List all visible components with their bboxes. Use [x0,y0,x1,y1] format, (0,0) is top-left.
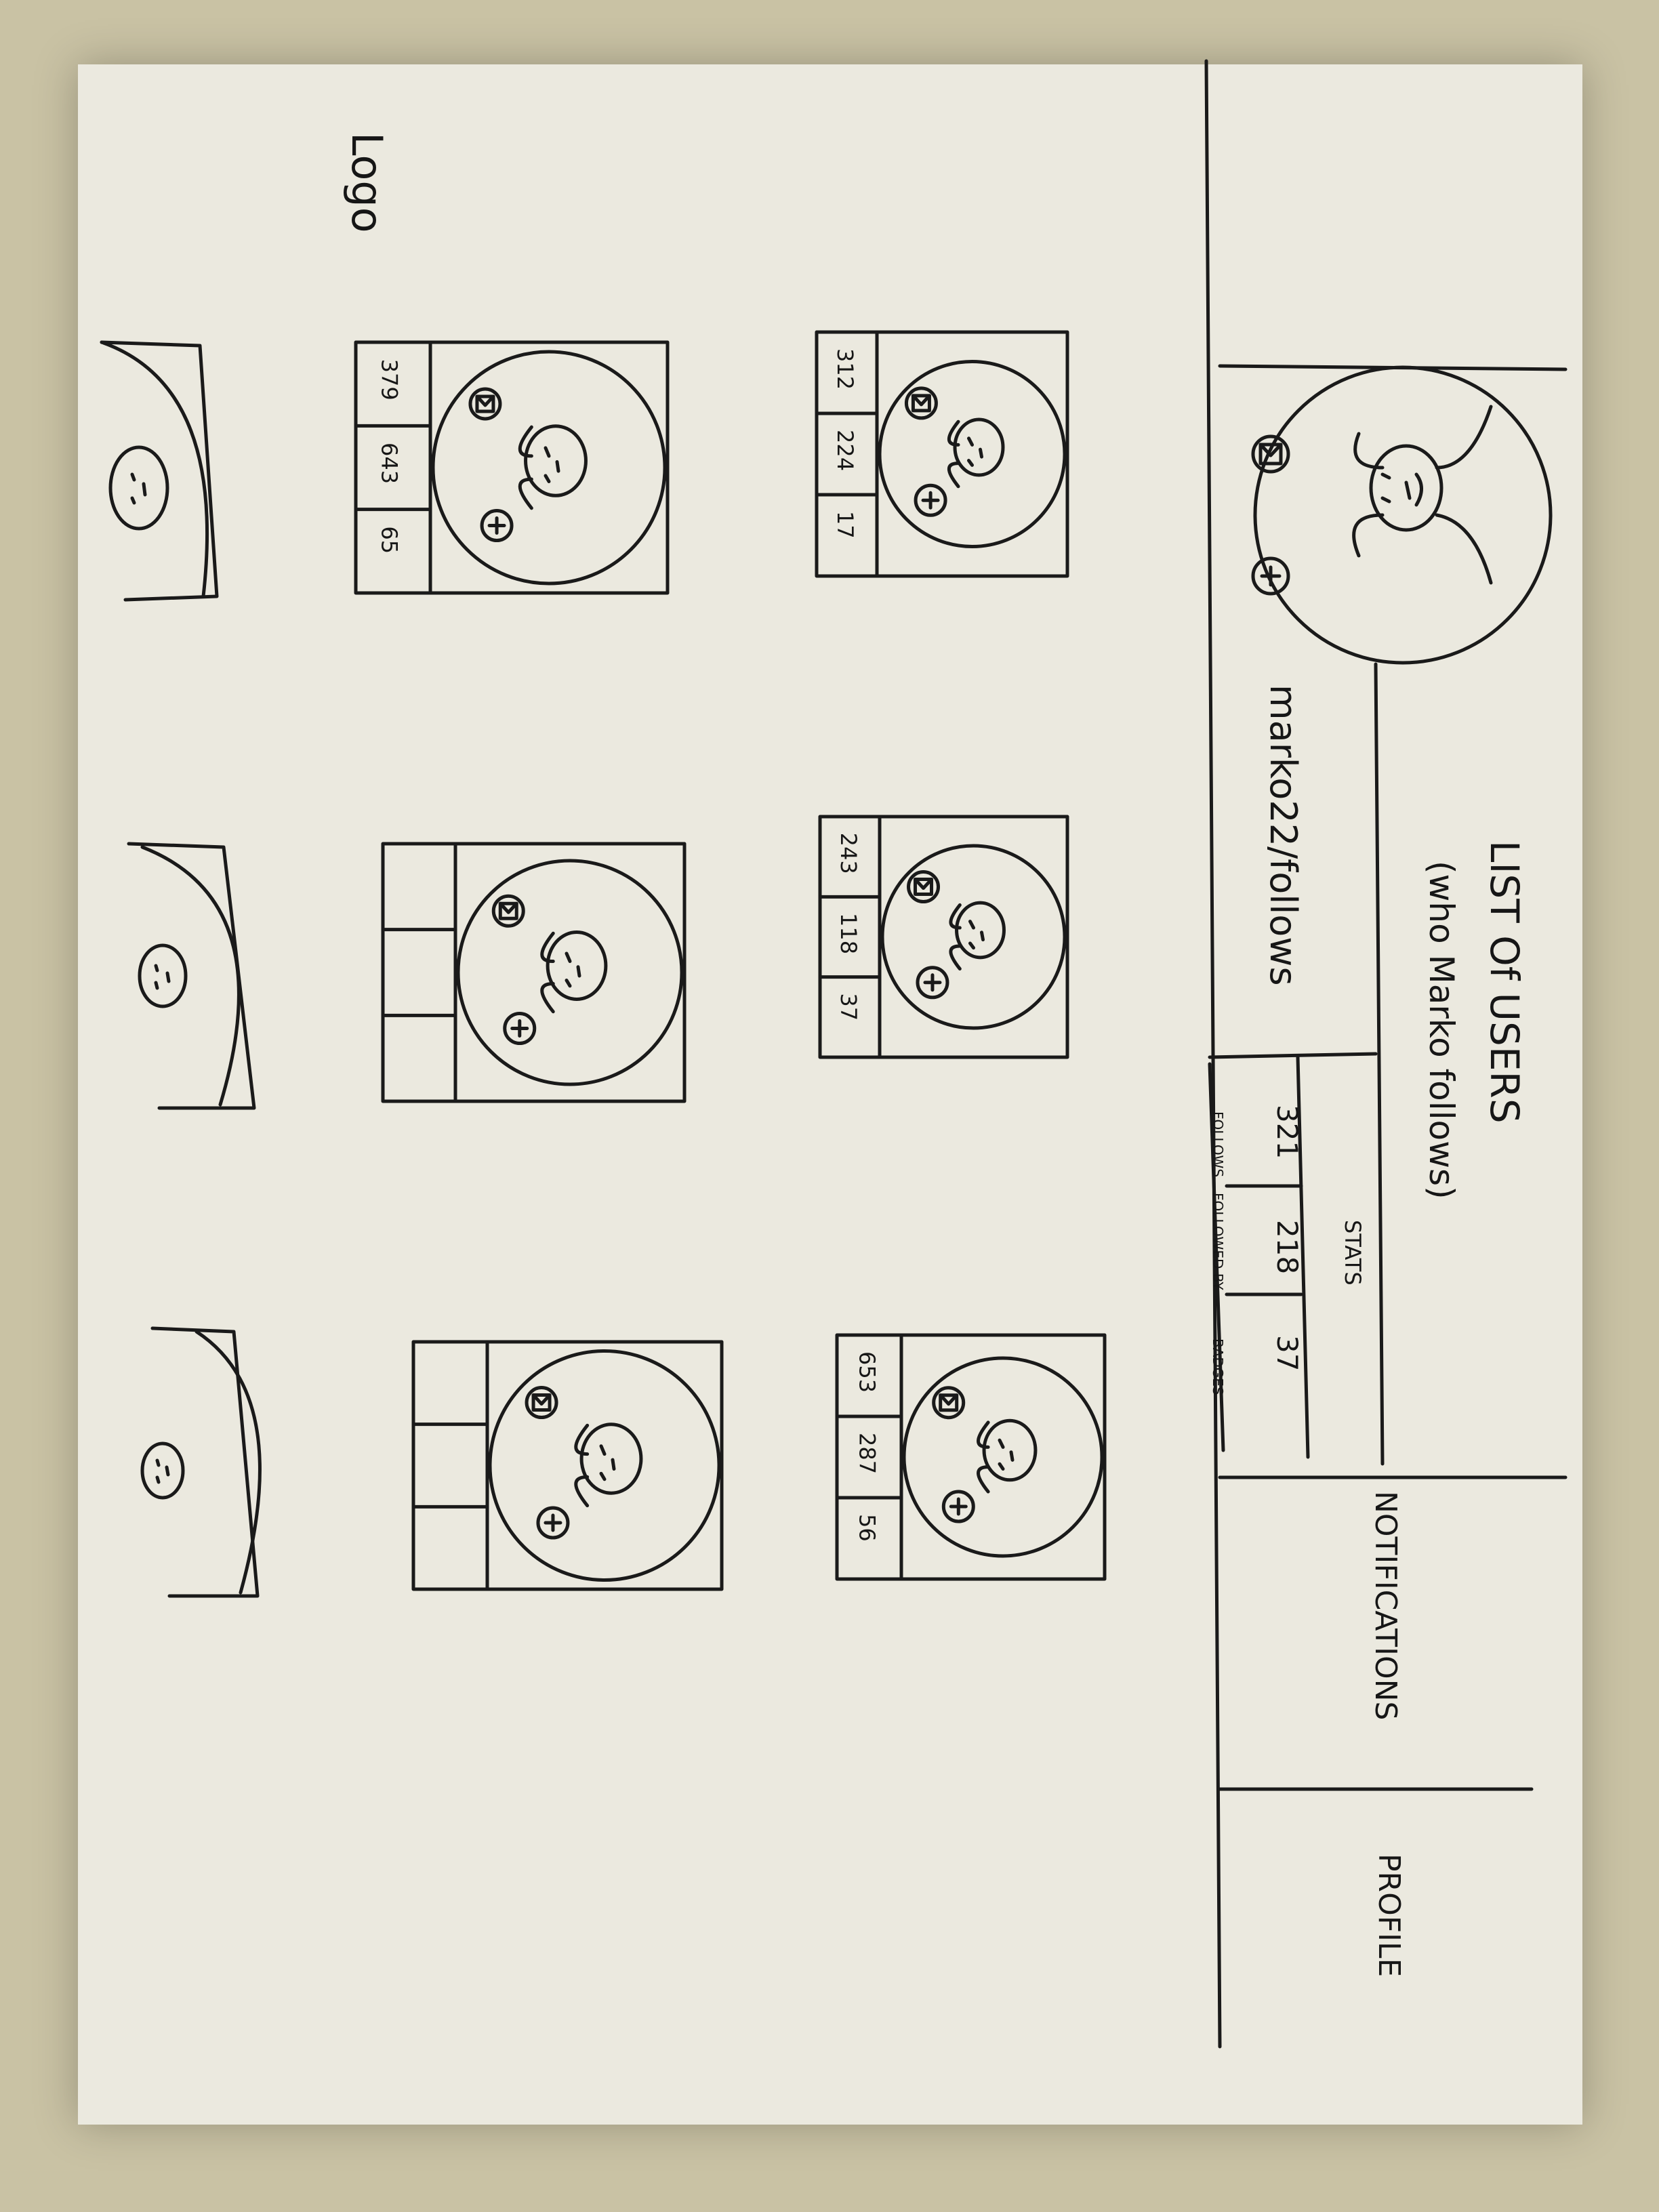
user-stat-followed-by: 287 [854,1433,880,1474]
user-card[interactable] [381,842,687,1103]
user-stat-badges: 17 [832,511,858,539]
message-icon[interactable] [468,387,502,421]
user-stat-followed-by: 643 [377,443,403,484]
user-card[interactable]: 312 224 17 [815,330,1069,578]
user-card-frame [411,1340,724,1591]
user-avatar-circle [456,859,684,1086]
user-stat-follows: 312 [832,348,858,390]
header-divider [1204,59,1222,2049]
user-avatar-circle [488,1349,721,1582]
profile-stat-badges-value: 37 [1271,1335,1304,1371]
profile-divider [1374,662,1385,1466]
user-card[interactable]: 653 287 56 [835,1333,1107,1581]
user-stat-followed-by: 118 [836,913,861,954]
page-title: LIST Of USERS [1481,840,1528,1124]
user-card[interactable] [411,1340,724,1591]
profile-stats: STATS 321 FOLLOWS 218 FOLLOWED BY 37 BAD… [1208,1052,1378,1459]
profile-handle: marko22/follows [1262,684,1305,986]
partial-user-card[interactable] [100,340,219,602]
user-avatar-circle [431,350,667,586]
user-card-frame [381,842,687,1103]
person-icon [947,417,1005,489]
user-stat-badges: 65 [377,526,403,554]
user-card[interactable]: 243 118 37 [818,815,1069,1059]
message-icon[interactable] [904,386,938,420]
nav-notifications[interactable]: NOTIFICATIONS [1368,1491,1403,1720]
partial-user-card[interactable] [127,842,256,1110]
user-stat-badges: 37 [836,993,861,1021]
user-stat-badges: 56 [854,1514,880,1542]
profile-stat-follows[interactable]: 321 FOLLOWS [1210,1105,1304,1177]
user-stat-followed-by: 224 [832,430,858,471]
user-stat-follows: 243 [836,833,861,874]
profile-avatar-circle [1253,365,1553,665]
partial-user-card[interactable] [140,1326,262,1598]
user-card-grid: 312 224 17 243 118 37 653 287 56 379 643 65 [354,330,1107,1591]
follow-plus-icon[interactable] [503,1012,537,1045]
profile-stat-followed-value: 218 [1271,1220,1304,1274]
profile-stat-followed-label: FOLLOWED BY [1210,1193,1226,1290]
profile-message-icon[interactable] [1251,434,1290,474]
profile-stat-followed-by[interactable]: 218 FOLLOWED BY [1210,1193,1304,1290]
message-icon[interactable] [907,870,941,904]
user-stat-follows: 653 [854,1351,880,1393]
person-icon [574,1422,643,1508]
profile-stat-badges[interactable]: 37 BADGES [1210,1335,1304,1395]
header: Logo LIST Of USERS (who Marko follows) N… [342,59,1568,2049]
follow-plus-icon[interactable] [536,1506,570,1540]
profile-stats-title: STATS [1340,1220,1366,1286]
message-icon[interactable] [525,1386,558,1420]
follow-plus-icon[interactable] [914,483,947,517]
profile-stat-follows-value: 321 [1271,1105,1304,1159]
nav-profile[interactable]: PROFILE [1372,1853,1406,1977]
person-icon [977,1418,1038,1494]
follow-plus-icon[interactable] [480,509,514,542]
partial-user-cards [100,340,262,1598]
profile-avatar [1251,365,1553,665]
profile-stat-follows-label: FOLLOWS [1210,1111,1226,1177]
user-card[interactable]: 379 643 65 [354,340,670,595]
message-icon[interactable] [932,1386,966,1420]
person-icon [518,424,588,510]
page-subtitle: (who Marko follows) [1422,861,1461,1200]
profile-follow-plus-icon[interactable] [1251,556,1290,596]
logo[interactable]: Logo [342,132,392,233]
profile-person-icon [1352,405,1493,585]
follow-plus-icon[interactable] [916,966,949,1000]
person-icon [540,930,608,1014]
follow-plus-icon[interactable] [941,1490,975,1523]
user-avatar-circle [902,1356,1104,1558]
person-icon [949,901,1006,971]
user-stat-follows: 379 [377,359,403,401]
user-avatar-circle [878,360,1067,548]
user-avatar-circle [880,844,1067,1030]
profile-stat-badges-label: BADGES [1210,1338,1226,1395]
wireframe-sketch: Logo LIST Of USERS (who Marko follows) N… [100,59,1568,2049]
message-icon[interactable] [491,894,525,928]
